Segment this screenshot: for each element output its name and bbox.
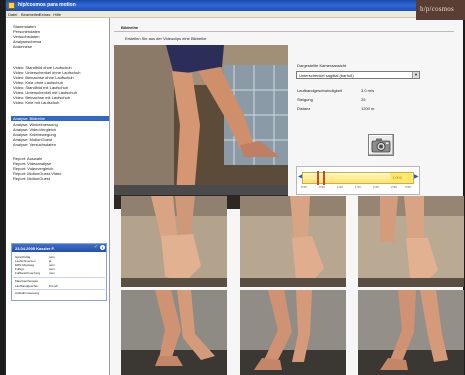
series-frame-2[interactable] bbox=[240, 196, 346, 287]
arrow-right-icon[interactable]: ▶ bbox=[414, 174, 419, 180]
chevron-down-icon[interactable]: ▼ bbox=[412, 72, 419, 78]
window-title: h/p/cosmos para motion bbox=[18, 2, 76, 8]
patient-row-label: Fußbeschmerzung bbox=[15, 271, 41, 275]
company-logo: h/p/cosmos bbox=[416, 0, 465, 20]
perspective-select[interactable]: Unterschenkel sagittal (barfuß) ▼ bbox=[296, 71, 420, 79]
series-frame-image bbox=[121, 196, 227, 287]
timeline-slider[interactable]: ◀ ▶ 1.000 0.00 0.50 1.00 1.50 2.00 2.50 … bbox=[296, 166, 420, 195]
patient-section-value: 8 km/h bbox=[49, 284, 59, 288]
logo-text: h/p/cosmos bbox=[420, 5, 454, 13]
param-label: Laufbandgeschwindigkeit bbox=[297, 88, 342, 93]
nav-analyse-bildreihe[interactable]: Analyse: Bildreihe bbox=[11, 116, 109, 121]
menu-bar: Datei Bearbeiten Extras Hilfe bbox=[6, 11, 463, 18]
patient-panel: 23.04.2005 Kaszler F. ✔ i Spreizfußig ne… bbox=[11, 243, 107, 301]
param-value: 25 bbox=[361, 97, 366, 102]
nav-analyse-versuchsdaten[interactable]: Analyse: Versuchsdaten bbox=[13, 142, 56, 147]
series-frame-image bbox=[358, 290, 464, 375]
perspective-value: Unterschenkel sagittal (barfuß) bbox=[299, 73, 354, 78]
nav-report-motionguest[interactable]: Report: MotionGuest bbox=[13, 176, 50, 181]
video-frame[interactable] bbox=[114, 45, 288, 209]
param-value: 3.0 m/s bbox=[361, 88, 375, 93]
param-label: Distanz bbox=[297, 106, 311, 111]
page-title: Bildreihe bbox=[121, 25, 139, 30]
check-icon[interactable]: ✔ bbox=[94, 245, 99, 250]
patient-row: Fußbeschmerzung nein bbox=[15, 271, 105, 275]
series-frame-image bbox=[240, 290, 346, 375]
menu-bearbeiten[interactable]: Bearbeiten bbox=[21, 12, 40, 17]
series-frame-image bbox=[358, 196, 464, 287]
app-window: h/p/cosmos para motion Datei Bearbeiten … bbox=[5, 0, 465, 375]
series-frame-5[interactable] bbox=[240, 290, 346, 375]
series-frame-1[interactable] bbox=[121, 196, 227, 287]
info-icon[interactable]: i bbox=[100, 245, 105, 250]
timeline-tick: 1.00 bbox=[337, 185, 343, 189]
patient-title: 23.04.2005 Kaszler F. bbox=[15, 246, 55, 251]
series-frame-image bbox=[240, 196, 346, 287]
timeline-tick: 3.00 bbox=[405, 185, 411, 189]
title-divider bbox=[114, 31, 454, 32]
patient-section-label: Antibahnmessung bbox=[15, 291, 40, 295]
param-value: 1200 m bbox=[361, 106, 375, 111]
video-frame-image bbox=[114, 45, 288, 209]
main-panel: h/p/cosmos Bildreihe Erstellen Sie aus d… bbox=[110, 0, 465, 375]
patient-section: Antibahnmessung bbox=[15, 291, 105, 295]
series-frame-image bbox=[121, 290, 227, 375]
param-row: Laufbandgeschwindigkeit 3.0 m/s bbox=[297, 88, 427, 93]
divider bbox=[13, 277, 105, 278]
divider bbox=[13, 289, 105, 290]
timeline-tick: 2.50 bbox=[391, 185, 397, 189]
nav-video-knie-mit[interactable]: Video: Knie mit Laufschuh bbox=[13, 100, 59, 105]
nav-anamnese[interactable]: Anamnese bbox=[13, 44, 32, 49]
menu-hilfe[interactable]: Hilfe bbox=[53, 12, 61, 17]
timeline-marker[interactable] bbox=[316, 171, 319, 185]
series-frame-4[interactable] bbox=[121, 290, 227, 375]
timeline-tick: 2.00 bbox=[373, 185, 379, 189]
param-label: Steigung bbox=[297, 97, 313, 102]
patient-section-label: Maschentherapie bbox=[15, 279, 39, 283]
menu-extras[interactable]: Extras bbox=[39, 12, 50, 17]
camera-icon bbox=[371, 138, 391, 153]
timeline-value: 1.000 bbox=[392, 175, 403, 180]
menu-datei[interactable]: Datei bbox=[8, 12, 17, 17]
param-row: Steigung 25 bbox=[297, 97, 427, 102]
patient-section-label: Laufbandgeschw. bbox=[15, 284, 39, 288]
patient-section: Maschentherapie bbox=[15, 279, 105, 283]
capture-frame-button[interactable] bbox=[368, 134, 394, 156]
patient-row-value: nein bbox=[49, 271, 55, 275]
timeline-tick: 0.00 bbox=[301, 185, 307, 189]
series-frame-6[interactable] bbox=[358, 290, 464, 375]
patient-section: Laufbandgeschw. 8 km/h bbox=[15, 284, 105, 288]
patient-panel-header: 23.04.2005 Kaszler F. ✔ i bbox=[12, 244, 106, 252]
page-subtitle: Erstellen Sie aus der Videoclips eine Bi… bbox=[125, 36, 207, 41]
title-bar[interactable]: h/p/cosmos para motion bbox=[6, 0, 463, 11]
series-frame-3[interactable] bbox=[358, 196, 464, 287]
perspective-label: Dargestellte Kameraansicht bbox=[297, 63, 347, 68]
timeline-tick: 1.50 bbox=[355, 185, 361, 189]
app-icon bbox=[8, 2, 15, 9]
param-row: Distanz 1200 m bbox=[297, 106, 427, 111]
timeline-marker[interactable] bbox=[323, 171, 326, 185]
timeline-tick: 0.50 bbox=[319, 185, 325, 189]
navigation-sidebar: Stammdaten Personendaten Versuchsdaten A… bbox=[6, 18, 110, 375]
